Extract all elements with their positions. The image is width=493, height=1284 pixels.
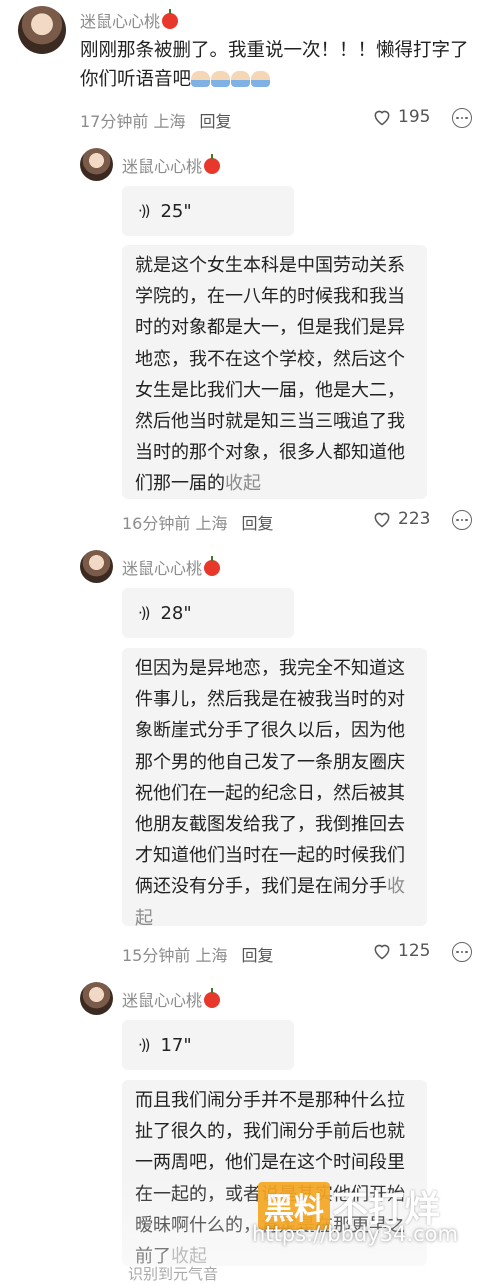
recognize-hint: 识别到元气音: [128, 1265, 219, 1283]
avatar[interactable]: [80, 148, 113, 181]
reply-username[interactable]: 迷鼠心心桃: [122, 153, 221, 177]
voice-wave-icon: ·)): [138, 1036, 151, 1054]
voice-duration: 28": [160, 602, 192, 624]
like-count: 223: [398, 509, 431, 529]
heart-icon: [374, 944, 390, 960]
reply-username[interactable]: 迷鼠心心桃: [122, 987, 221, 1011]
reply-username[interactable]: 迷鼠心心桃: [122, 555, 221, 579]
more-options-icon[interactable]: [452, 942, 472, 962]
voice-transcript: 但因为是异地恋，我完全不知道这件事儿，然后我是在被我当时的对象断崖式分手了很久以…: [122, 648, 427, 929]
like-count: 125: [398, 941, 431, 961]
watermark-url: https://bbdy34.com: [252, 1222, 458, 1246]
reply-button[interactable]: 回复: [241, 514, 273, 533]
voice-message-button[interactable]: ·)) 28": [122, 588, 294, 638]
apple-emoji-icon: [162, 9, 179, 29]
reply-button[interactable]: 回复: [199, 112, 231, 131]
crying-emoji-icon: [191, 71, 211, 87]
heart-icon: [374, 110, 390, 126]
more-options-icon[interactable]: [452, 510, 472, 530]
reply-button[interactable]: 回复: [241, 946, 273, 965]
apple-emoji-icon: [204, 556, 221, 576]
heart-icon: [374, 512, 390, 528]
apple-emoji-icon: [204, 988, 221, 1008]
voice-duration: 17": [160, 1034, 192, 1056]
reply-meta: 16分钟前 上海 回复: [122, 514, 274, 533]
voice-duration: 25": [160, 200, 192, 222]
comment-text: 刚刚那条被删了。我重说一次！！！懒得打字了你们听语音吧: [80, 40, 469, 90]
crying-emoji-icon: [211, 71, 231, 87]
voice-transcript: 就是这个女生本科是中国劳动关系学院的，在一八年的时候我和我当时的对象都是大一，但…: [122, 245, 427, 499]
avatar[interactable]: [18, 6, 66, 54]
collapse-link[interactable]: 收起: [225, 473, 261, 494]
voice-message-button[interactable]: ·)) 17": [122, 1020, 294, 1070]
reply-meta: 15分钟前 上海 回复: [122, 946, 274, 965]
like-button[interactable]: 195: [372, 107, 430, 127]
like-button[interactable]: 125: [372, 941, 430, 961]
crying-emoji-icon: [231, 71, 251, 87]
like-count: 195: [398, 107, 431, 127]
crying-emoji-icon: [251, 71, 271, 87]
avatar[interactable]: [80, 550, 113, 583]
more-options-icon[interactable]: [452, 108, 472, 128]
voice-wave-icon: ·)): [138, 604, 151, 622]
avatar[interactable]: [80, 982, 113, 1015]
voice-wave-icon: ·)): [138, 202, 151, 220]
apple-emoji-icon: [204, 154, 221, 174]
comment-meta: 17分钟前 上海 回复: [80, 112, 232, 131]
comment-username[interactable]: 迷鼠心心桃: [80, 8, 179, 32]
like-button[interactable]: 223: [372, 509, 430, 529]
voice-message-button[interactable]: ·)) 25": [122, 186, 294, 236]
